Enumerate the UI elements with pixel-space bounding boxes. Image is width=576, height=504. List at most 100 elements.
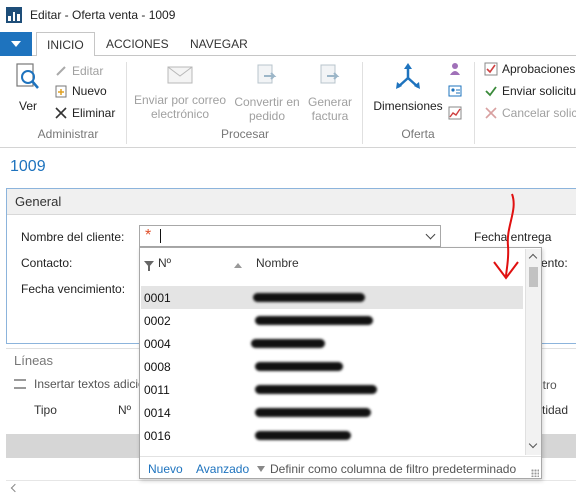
filter-icon xyxy=(257,466,265,472)
customer-number: 0016 xyxy=(144,429,171,443)
nuevo-link[interactable]: Nuevo xyxy=(148,462,183,476)
list-item[interactable]: 0008 xyxy=(141,355,523,378)
person-icon xyxy=(450,63,460,75)
chevron-down-icon xyxy=(11,41,21,47)
enviar-correo-label-1: Enviar por correo xyxy=(133,93,227,107)
redacted-name xyxy=(255,362,343,371)
fecha-field-label: ento: xyxy=(541,256,568,270)
sort-ascending-icon xyxy=(234,263,242,268)
nuevo-button[interactable]: Nuevo xyxy=(54,82,107,100)
redacted-name xyxy=(255,431,351,440)
dimensiones-label: Dimensiones xyxy=(373,99,443,113)
text-cursor xyxy=(160,229,161,243)
convert-document-icon xyxy=(257,64,277,84)
tab-navegar[interactable]: NAVEGAR xyxy=(180,32,258,57)
contact-card-button[interactable] xyxy=(448,60,462,78)
app-icon xyxy=(6,7,22,23)
pencil-icon xyxy=(54,64,68,78)
definir-filtro-link[interactable]: Definir como columna de filtro predeterm… xyxy=(270,462,516,476)
customer-number: 0002 xyxy=(144,314,171,328)
tab-inicio[interactable]: INICIO xyxy=(36,32,95,57)
statistics-button[interactable] xyxy=(448,104,462,122)
filter-icon[interactable] xyxy=(144,261,154,271)
scrollbar-thumb[interactable] xyxy=(529,267,538,287)
approvals-icon xyxy=(484,62,498,76)
required-star-icon: * xyxy=(145,227,152,244)
customer-number: 0014 xyxy=(144,406,171,420)
eliminar-button[interactable]: Eliminar xyxy=(54,104,115,122)
view-icon xyxy=(16,63,39,89)
aprobaciones-button[interactable]: Aprobaciones xyxy=(484,60,575,78)
file-menu-button[interactable] xyxy=(0,32,32,56)
horizontal-scrollbar[interactable] xyxy=(6,480,576,496)
customer-number: 0004 xyxy=(144,337,171,351)
customer-number: 0001 xyxy=(144,291,171,305)
column-header-cantidad[interactable]: tidad xyxy=(542,403,568,417)
ver-label: Ver xyxy=(18,99,37,113)
enviar-solicitud-button[interactable]: Enviar solicitu xyxy=(484,82,576,100)
resize-grip-icon[interactable] xyxy=(531,469,539,477)
invoice-icon xyxy=(320,64,340,84)
record-number: 1009 xyxy=(10,158,46,175)
generar-label-1: Generar xyxy=(307,95,353,109)
customer-number: 0008 xyxy=(144,360,171,374)
vertical-scrollbar[interactable] xyxy=(525,249,541,455)
new-document-icon xyxy=(54,84,68,98)
customer-number: 0011 xyxy=(144,383,170,397)
group-label-procesar: Procesar xyxy=(220,127,270,141)
convertir-label-1: Convertir en xyxy=(234,95,300,109)
general-section-header[interactable]: General xyxy=(7,189,576,215)
avanzado-link[interactable]: Avanzado xyxy=(196,462,249,476)
redacted-name xyxy=(251,339,325,348)
list-item[interactable]: 0014 xyxy=(141,401,523,424)
group-separator xyxy=(362,62,363,144)
enviar-correo-label-2: electrónico xyxy=(150,107,210,121)
chevron-down-icon[interactable] xyxy=(425,229,436,240)
chevron-down-icon[interactable] xyxy=(528,439,538,449)
list-item[interactable]: 0002 xyxy=(141,309,523,332)
enviar-correo-button[interactable]: Enviar por correo electrónico xyxy=(130,64,230,121)
ribbon-tabs: INICIO ACCIONES NAVEGAR xyxy=(0,30,576,57)
insert-text-icon xyxy=(14,379,26,389)
column-header-nombre[interactable]: Nombre xyxy=(256,256,299,270)
column-header-no[interactable]: Nº xyxy=(118,403,131,417)
chevron-up-icon[interactable] xyxy=(528,253,538,263)
convertir-label-2: pedido xyxy=(248,109,286,123)
customer-lookup-dropdown: Nº Nombre 0001 0002 0004 0008 0011 0014 … xyxy=(139,247,542,479)
redacted-name xyxy=(255,316,373,325)
chevron-left-icon[interactable] xyxy=(10,483,20,493)
dimensiones-button[interactable]: Dimensiones xyxy=(370,62,446,113)
lookup-footer: Nuevo Avanzado Definir como columna de f… xyxy=(140,456,541,479)
column-header-tipo[interactable]: Tipo xyxy=(34,403,57,417)
dimensions-icon xyxy=(396,63,420,89)
list-item[interactable]: 0001 xyxy=(141,286,523,309)
delete-x-icon xyxy=(54,106,68,120)
ribbon: Ver Editar Nuevo Eliminar Administrar En… xyxy=(0,56,576,148)
ver-button[interactable]: Ver xyxy=(12,62,44,113)
cancelar-solicitud-button[interactable]: Cancelar solici xyxy=(484,104,576,122)
nuevo-label: Nuevo xyxy=(72,84,107,98)
group-separator xyxy=(474,62,475,144)
fecha-vencimiento-label: Fecha vencimiento: xyxy=(21,282,126,296)
tab-acciones[interactable]: ACCIONES xyxy=(96,32,179,57)
eliminar-label: Eliminar xyxy=(72,106,116,120)
group-separator xyxy=(126,62,127,144)
editar-button[interactable]: Editar xyxy=(54,62,103,80)
list-item[interactable]: 0016 xyxy=(141,424,523,447)
generar-factura-button[interactable]: Generar factura xyxy=(302,62,358,123)
list-item[interactable]: 0011 xyxy=(141,378,523,401)
contact-card-icon xyxy=(448,85,462,97)
editar-label: Editar xyxy=(72,64,104,78)
email-icon xyxy=(167,66,193,84)
enviar-solicitud-label: Enviar solicitu xyxy=(502,84,576,98)
generar-label-2: factura xyxy=(311,109,349,123)
convertir-pedido-button[interactable]: Convertir en pedido xyxy=(232,62,302,123)
list-item[interactable]: 0004 xyxy=(141,332,523,355)
insertar-textos-button[interactable]: Insertar textos adicio xyxy=(34,377,145,391)
title-bar: Editar - Oferta venta - 1009 xyxy=(0,0,576,30)
customer-card-button[interactable] xyxy=(448,82,462,100)
nombre-cliente-label: Nombre del cliente: xyxy=(21,230,125,244)
contacto-label: Contacto: xyxy=(21,256,73,270)
nombre-cliente-input[interactable]: * xyxy=(139,225,441,247)
column-header-no[interactable]: Nº xyxy=(158,256,171,270)
